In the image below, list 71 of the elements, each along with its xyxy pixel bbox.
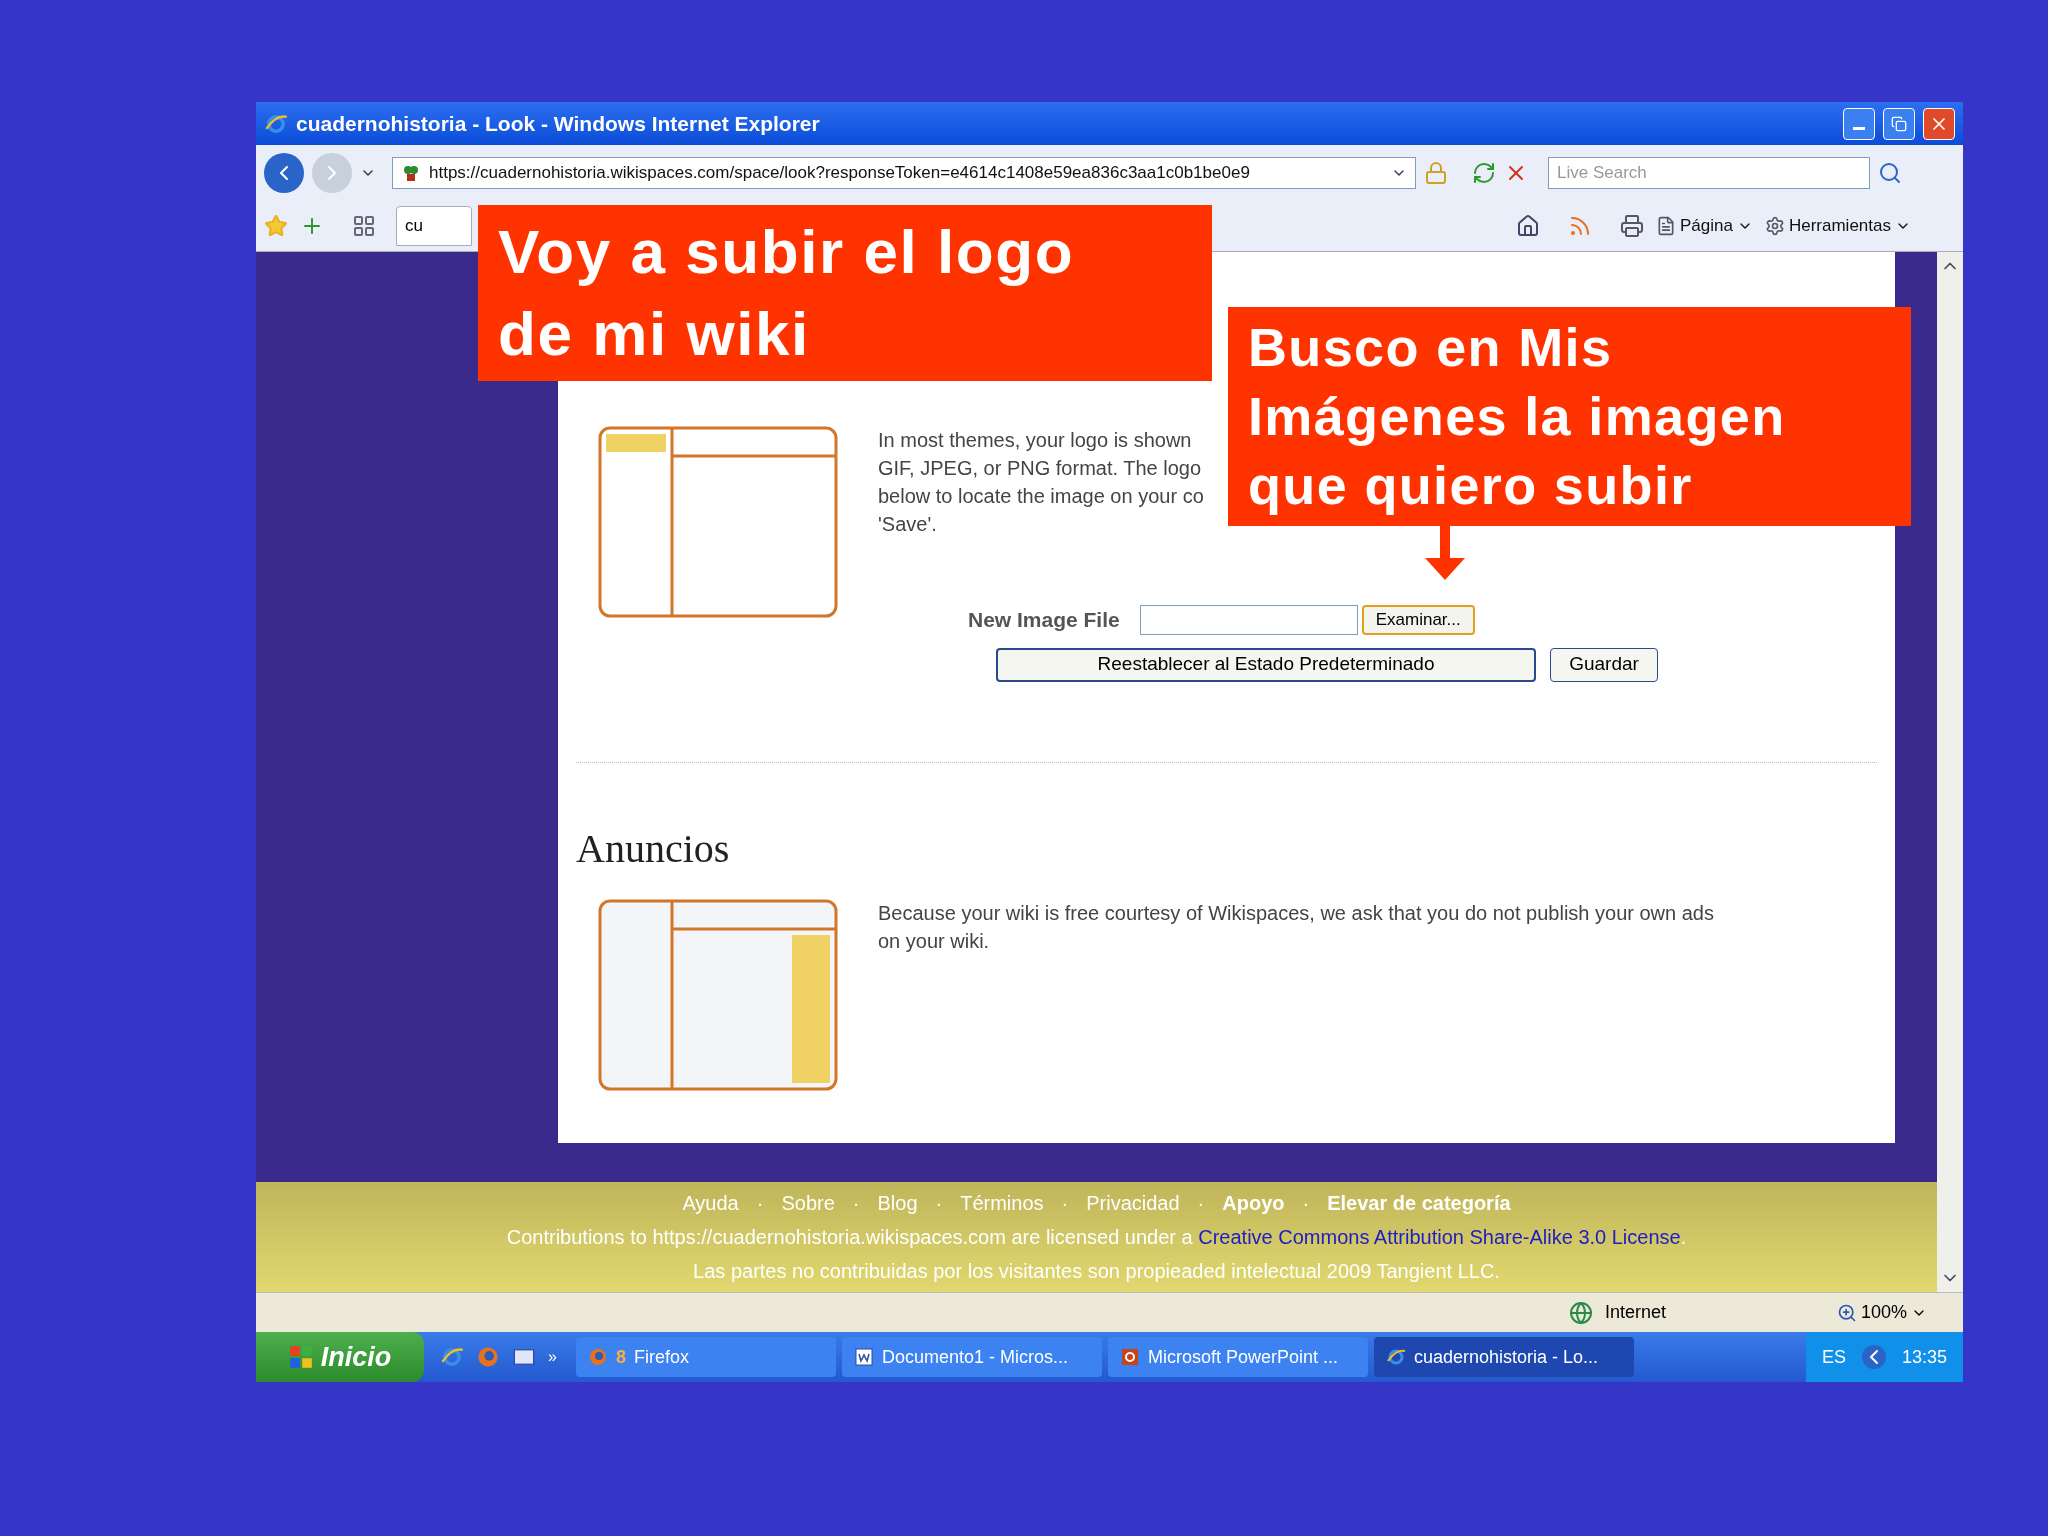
close-button[interactable] <box>1923 107 1955 140</box>
footer-link[interactable]: Blog <box>873 1188 922 1218</box>
windows-logo-icon <box>288 1345 313 1369</box>
taskbar-button[interactable]: cuadernohistoria - Lo... <box>1373 1337 1634 1377</box>
copyright-text: Las partes no contribuidas por los visitantes son propieaded intelectual 2009 Tangient LLC. <box>693 1259 1500 1284</box>
taskbar-button[interactable]: Documento1 - Micros... <box>841 1337 1102 1377</box>
field-label: New Image File <box>968 607 1120 633</box>
description-text: GIF, JPEG, or PNG format. The logo <box>878 456 1203 481</box>
clock: 13:35 <box>1901 1345 1947 1369</box>
more-chevron[interactable]: » <box>548 1345 557 1369</box>
license-text: Contributions to https://cuadernohistoria.wikispaces.com are licensed under a Creative Commons Attribution Share-Alike 3.0 License. <box>506 1225 1687 1250</box>
expand-tray-icon[interactable] <box>1861 1345 1886 1369</box>
zoom-icon <box>1836 1302 1857 1323</box>
toolbar-menu[interactable]: Herramientas <box>1764 212 1911 239</box>
separator-dot: · <box>935 1191 943 1216</box>
minimize-icon <box>1853 127 1865 130</box>
separator-dot: · <box>1197 1191 1205 1216</box>
footer-link[interactable]: Elevar de categoría <box>1323 1188 1515 1218</box>
description-text: In most themes, your logo is shown <box>878 428 1193 453</box>
tab-grid-icon[interactable] <box>352 213 376 238</box>
license-link[interactable]: Creative Commons Attribution Share-Alike 3.0 License <box>1198 1226 1681 1248</box>
refresh-icon[interactable] <box>1472 160 1496 185</box>
restore-icon <box>1891 115 1907 132</box>
toolbar-menu[interactable]: Página <box>1656 212 1753 239</box>
footer-link[interactable]: Sobre <box>777 1188 839 1218</box>
firefox-icon <box>587 1347 608 1367</box>
callout-text: Busco en Mis Imágenes la imagen que quiero subir <box>1228 307 1911 526</box>
taskbar-button[interactable]: 8 Firefox <box>575 1337 836 1377</box>
scrollbar[interactable] <box>1937 252 1963 1292</box>
browse-button[interactable]: Examinar... <box>1361 604 1475 635</box>
window-title: cuadernohistoria - Look - Windows Internet Explorer <box>296 110 820 137</box>
tab-title: cu <box>405 214 423 237</box>
footer-link[interactable]: Ayuda <box>678 1188 743 1218</box>
globe-icon <box>1568 1300 1593 1325</box>
reset-button[interactable]: Reestablecer al Estado Predeterminado <box>996 647 1536 682</box>
presentation-icon <box>1119 1347 1140 1367</box>
print-icon[interactable] <box>1620 213 1644 238</box>
home-icon[interactable] <box>1516 213 1540 238</box>
browser-icon <box>440 1345 464 1369</box>
gear-icon <box>1764 215 1785 236</box>
url-text: https://cuadernohistoria.wikispaces.com/space/look?responseToken=e4614c1408e59ea836c3aa1c0b1be0e9 <box>429 161 1251 184</box>
taskbar-button[interactable]: Microsoft PowerPoint ... <box>1107 1337 1368 1377</box>
address-field[interactable]: https://cuadernohistoria.wikispaces.com/space/look?responseToken=e4614c1408e59ea836c3aa1c0b1be0e9 <box>392 156 1416 189</box>
minimize-button[interactable] <box>1843 107 1875 140</box>
zone-text: Internet <box>1604 1301 1667 1324</box>
separator-dot: · <box>756 1191 764 1216</box>
section-heading: Anuncios <box>576 824 731 873</box>
separator-dot: · <box>852 1191 860 1216</box>
description-text: Because your wiki is free courtesy of Wikispaces, we ask that you do not publish your own ads on your wiki. <box>878 900 1715 954</box>
page-icon <box>1656 215 1676 236</box>
footer-link[interactable]: Términos <box>956 1188 1048 1218</box>
back-button[interactable] <box>264 152 304 193</box>
star-icon[interactable] <box>264 213 288 238</box>
document-icon <box>853 1347 874 1367</box>
description-text: 'Save'. <box>878 512 938 537</box>
footer-link[interactable]: Privacidad <box>1082 1188 1184 1218</box>
separator-dot: · <box>1061 1191 1069 1216</box>
save-button[interactable]: Guardar <box>1550 647 1658 682</box>
browser-tab[interactable]: cu <box>396 205 472 246</box>
search-icon[interactable] <box>1878 160 1902 185</box>
description-text: below to locate the image on your co <box>878 484 1204 509</box>
language-indicator[interactable]: ES <box>1821 1343 1846 1371</box>
browser-icon <box>1385 1347 1406 1367</box>
footer-link[interactable]: Apoyo <box>1218 1188 1289 1218</box>
file-path-field[interactable] <box>1139 604 1358 635</box>
search-field[interactable]: Live Search <box>1548 156 1870 189</box>
separator-dot: · <box>1302 1191 1310 1216</box>
start-button[interactable]: Inicio <box>256 1332 424 1382</box>
callout-text: Voy a subir el logo de mi wiki <box>478 205 1212 381</box>
restore-button[interactable] <box>1883 107 1915 140</box>
zoom-control[interactable]: 100% <box>1836 1299 1927 1326</box>
